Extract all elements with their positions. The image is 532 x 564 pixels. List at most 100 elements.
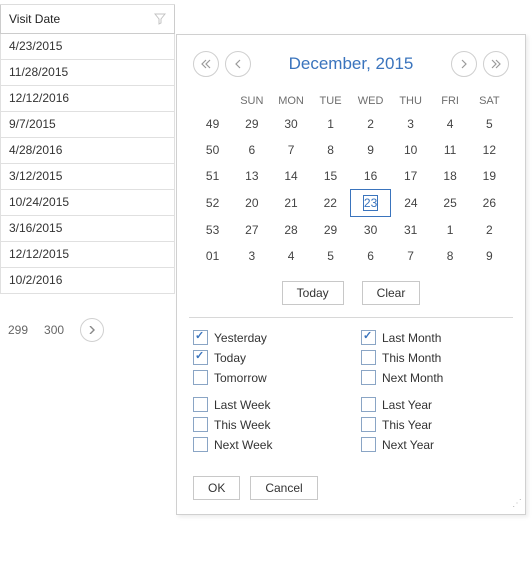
dow-label: TUE	[311, 91, 351, 111]
prev-year-icon[interactable]	[193, 51, 219, 77]
calendar-day[interactable]: 7	[391, 243, 431, 269]
month-title[interactable]: December, 2015	[289, 54, 414, 74]
dow-label: SAT	[470, 91, 509, 111]
checkbox-icon[interactable]	[361, 437, 376, 452]
prev-month-icon[interactable]	[225, 51, 251, 77]
table-row[interactable]: 4/28/2016	[0, 138, 175, 164]
week-number: 51	[193, 163, 232, 190]
checkbox-icon[interactable]	[193, 397, 208, 412]
checkbox-icon[interactable]	[361, 397, 376, 412]
filter-option[interactable]: Next Week	[193, 437, 341, 452]
table-row[interactable]: 12/12/2016	[0, 86, 175, 112]
checkbox-icon[interactable]	[193, 437, 208, 452]
page-number[interactable]: 299	[8, 323, 28, 337]
calendar-day[interactable]: 8	[431, 243, 470, 269]
calendar-day[interactable]: 2	[470, 217, 509, 244]
checkbox-icon[interactable]	[193, 370, 208, 385]
calendar-day[interactable]: 1	[311, 111, 351, 137]
calendar-day[interactable]: 30	[350, 217, 390, 244]
table-row[interactable]: 4/23/2015	[0, 34, 175, 60]
filter-option[interactable]: Last Week	[193, 397, 341, 412]
filter-option[interactable]: Next Month	[361, 370, 509, 385]
calendar-day[interactable]: 14	[271, 163, 310, 190]
calendar-day[interactable]: 4	[431, 111, 470, 137]
filter-option[interactable]: Last Month	[361, 330, 509, 345]
calendar-day[interactable]: 13	[232, 163, 271, 190]
calendar-day[interactable]: 10	[391, 137, 431, 163]
calendar-day[interactable]: 11	[431, 137, 470, 163]
table-row[interactable]: 10/24/2015	[0, 190, 175, 216]
funnel-icon[interactable]	[154, 13, 166, 25]
clear-button[interactable]: Clear	[362, 281, 421, 305]
calendar-day[interactable]: 29	[311, 217, 351, 244]
filter-option[interactable]: Next Year	[361, 437, 509, 452]
next-month-icon[interactable]	[451, 51, 477, 77]
calendar-day[interactable]: 21	[271, 190, 310, 217]
calendar-day[interactable]: 17	[391, 163, 431, 190]
calendar-day[interactable]: 4	[271, 243, 310, 269]
ok-button[interactable]: OK	[193, 476, 240, 500]
filter-option[interactable]: Today	[193, 350, 341, 365]
calendar-day[interactable]: 18	[431, 163, 470, 190]
week-number: 50	[193, 137, 232, 163]
calendar-day[interactable]: 2	[350, 111, 390, 137]
calendar-day[interactable]: 9	[470, 243, 509, 269]
filter-option[interactable]: Last Year	[361, 397, 509, 412]
table-row[interactable]: 12/12/2015	[0, 242, 175, 268]
calendar-day[interactable]: 20	[232, 190, 271, 217]
checkbox-icon[interactable]	[193, 417, 208, 432]
table-row[interactable]: 3/16/2015	[0, 216, 175, 242]
calendar-day[interactable]: 5	[311, 243, 351, 269]
calendar-day[interactable]: 6	[350, 243, 390, 269]
calendar-day[interactable]: 16	[350, 163, 390, 190]
calendar-day[interactable]: 24	[391, 190, 431, 217]
filter-option[interactable]: This Month	[361, 350, 509, 365]
filter-label: Last Month	[382, 331, 441, 345]
today-button[interactable]: Today	[282, 281, 344, 305]
checkbox-icon[interactable]	[361, 370, 376, 385]
next-year-icon[interactable]	[483, 51, 509, 77]
filter-option[interactable]: This Year	[361, 417, 509, 432]
page-number[interactable]: 300	[44, 323, 64, 337]
table-row[interactable]: 10/2/2016	[0, 268, 175, 294]
calendar-day[interactable]: 7	[271, 137, 310, 163]
calendar-day[interactable]: 9	[350, 137, 390, 163]
calendar-day[interactable]: 31	[391, 217, 431, 244]
calendar-day[interactable]: 5	[470, 111, 509, 137]
grid: Visit Date 4/23/201511/28/201512/12/2016…	[0, 4, 175, 294]
checkbox-icon[interactable]	[361, 330, 376, 345]
table-row[interactable]: 3/12/2015	[0, 164, 175, 190]
calendar-day[interactable]: 30	[271, 111, 310, 137]
filter-option[interactable]: This Week	[193, 417, 341, 432]
calendar-day[interactable]: 3	[232, 243, 271, 269]
checkbox-icon[interactable]	[361, 417, 376, 432]
filter-option[interactable]: Yesterday	[193, 330, 341, 345]
column-header[interactable]: Visit Date	[0, 5, 175, 34]
checkbox-icon[interactable]	[361, 350, 376, 365]
next-page-icon[interactable]	[80, 318, 104, 342]
calendar-day[interactable]: 15	[311, 163, 351, 190]
calendar-day[interactable]: 22	[311, 190, 351, 217]
calendar-day[interactable]: 19	[470, 163, 509, 190]
filter-label: Tomorrow	[214, 371, 267, 385]
checkbox-icon[interactable]	[193, 330, 208, 345]
calendar-day[interactable]: 1	[431, 217, 470, 244]
calendar-day[interactable]: 6	[232, 137, 271, 163]
calendar-day[interactable]: 25	[431, 190, 470, 217]
filter-label: Next Week	[214, 438, 272, 452]
filter-label: Yesterday	[214, 331, 267, 345]
calendar-day[interactable]: 12	[470, 137, 509, 163]
table-row[interactable]: 11/28/2015	[0, 60, 175, 86]
resize-grip-icon[interactable]: ⋰	[512, 501, 522, 511]
table-row[interactable]: 9/7/2015	[0, 112, 175, 138]
calendar-day[interactable]: 26	[470, 190, 509, 217]
calendar-day[interactable]: 23	[350, 190, 390, 217]
calendar-day[interactable]: 29	[232, 111, 271, 137]
cancel-button[interactable]: Cancel	[250, 476, 317, 500]
calendar-day[interactable]: 3	[391, 111, 431, 137]
calendar-day[interactable]: 8	[311, 137, 351, 163]
checkbox-icon[interactable]	[193, 350, 208, 365]
calendar-day[interactable]: 27	[232, 217, 271, 244]
calendar-day[interactable]: 28	[271, 217, 310, 244]
filter-option[interactable]: Tomorrow	[193, 370, 341, 385]
